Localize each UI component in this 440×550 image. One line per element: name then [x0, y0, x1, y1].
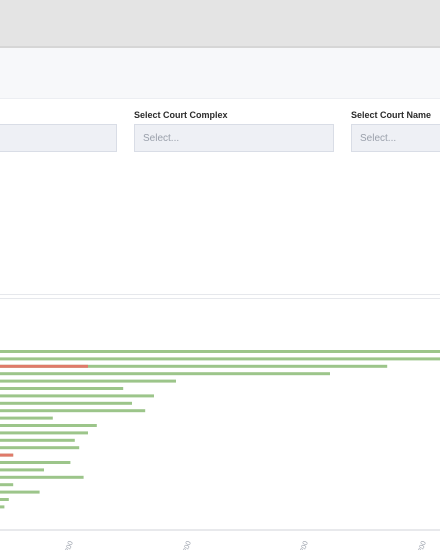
bar-red [0, 453, 14, 457]
bar-green [0, 372, 330, 376]
bar-green [0, 424, 97, 427]
section-divider [0, 294, 440, 295]
bar-green [0, 416, 53, 420]
bar-green [0, 438, 75, 442]
bar-green [0, 387, 124, 390]
bar-red [0, 364, 88, 368]
bar-green [0, 498, 9, 501]
court-name-label: Select Court Name [351, 110, 432, 120]
court-complex-select[interactable]: Select... [134, 124, 334, 152]
bar-green [0, 409, 146, 413]
court-name-placeholder: Select... [360, 133, 397, 144]
x-tick-label: 200 [299, 540, 310, 550]
bar-green [0, 490, 40, 494]
bar-green [0, 468, 44, 472]
bar-green [0, 475, 84, 479]
bar-green [0, 401, 132, 405]
bar-green [0, 483, 14, 487]
sub-header [0, 48, 440, 99]
bar-green [0, 379, 176, 383]
court-complex-label: Select Court Complex [134, 110, 228, 120]
bar-green [0, 357, 440, 361]
court-name-select[interactable]: Select... [351, 124, 440, 152]
court-select-left[interactable] [0, 124, 117, 152]
bar-green [0, 350, 440, 353]
court-complex-placeholder: Select... [143, 133, 180, 144]
bar-green [0, 505, 5, 509]
x-tick-label: 200 [182, 540, 193, 550]
x-tick-label: 200 [417, 540, 428, 550]
section-divider-2 [0, 298, 440, 299]
x-tick-label: 200 [64, 540, 75, 550]
bar-chart: 200 200 200 200 [0, 350, 440, 550]
bar-green [0, 446, 80, 450]
bar-green [0, 394, 154, 398]
bar-green [0, 461, 71, 464]
top-bar [0, 0, 440, 48]
bar-green [0, 431, 88, 435]
